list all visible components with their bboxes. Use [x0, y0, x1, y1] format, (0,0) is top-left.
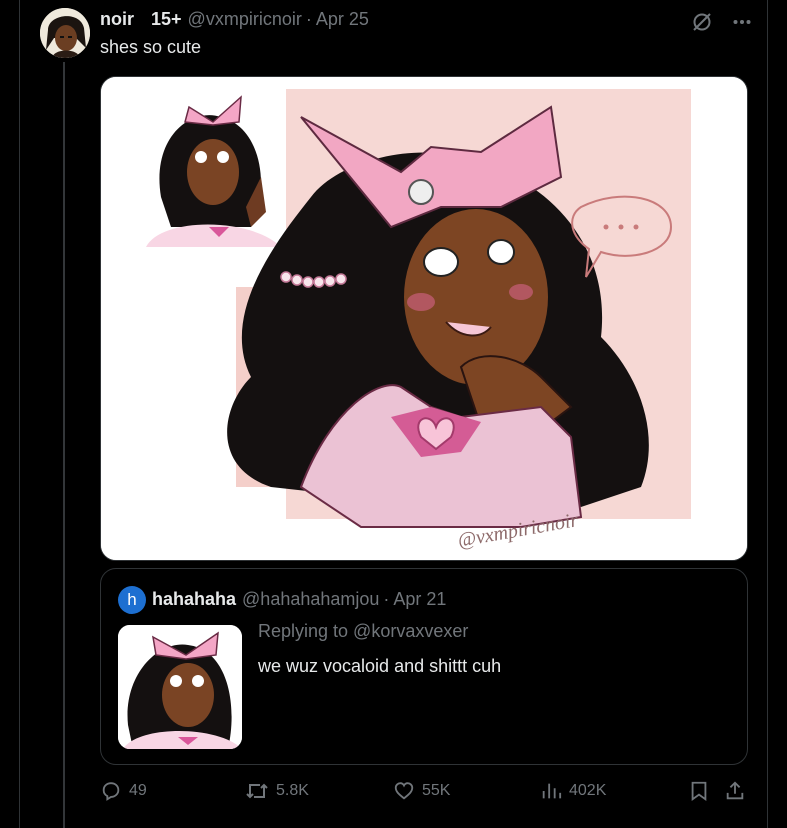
separator-dot: ·	[305, 9, 312, 29]
quoted-post[interactable]: h hahahaha @hahahahamjou · Apr 21 Replyi…	[100, 568, 748, 765]
repost-count: 5.8K	[276, 782, 309, 799]
separator-dot: ·	[383, 589, 390, 609]
quoted-author-avatar[interactable]: h	[118, 586, 146, 614]
quoted-post-image[interactable]	[118, 625, 242, 749]
views-icon	[540, 780, 562, 802]
post-top-actions	[690, 10, 752, 39]
action-bar: 49 5.8K 55K 402K	[100, 780, 748, 806]
repost-icon	[245, 780, 269, 802]
views-button[interactable]: 402K	[540, 780, 606, 802]
like-icon	[393, 780, 415, 802]
reply-button[interactable]: 49	[100, 780, 147, 802]
column-border-left	[19, 0, 20, 828]
column-border-right	[767, 0, 768, 828]
quoted-post-header: hahahaha @hahahahamjou · Apr 21	[152, 589, 446, 610]
age-badge: 15+	[151, 9, 182, 29]
reply-count: 49	[129, 782, 147, 799]
quoted-post-date[interactable]: Apr 21	[393, 589, 446, 610]
repost-button[interactable]: 5.8K	[245, 780, 309, 802]
bookmark-button[interactable]	[688, 780, 710, 802]
thread-line	[63, 62, 65, 828]
more-icon[interactable]	[732, 12, 752, 37]
reply-icon	[100, 780, 122, 802]
author-name[interactable]: noir	[100, 9, 134, 30]
post-date[interactable]: Apr 25	[316, 9, 369, 30]
like-count: 55K	[422, 782, 451, 799]
bookmark-icon	[688, 780, 710, 802]
like-button[interactable]: 55K	[393, 780, 450, 802]
quoted-post-text: we wuz vocaloid and shittt cuh	[258, 656, 502, 676]
post-text: shes so cute	[100, 37, 202, 57]
reference-sketch	[143, 95, 283, 247]
author-handle[interactable]: @vxmpiricnoir	[188, 9, 302, 30]
quoted-author-handle[interactable]: @hahahahamjou	[242, 589, 379, 610]
post-image[interactable]: @vxmpiricnoir	[100, 76, 748, 561]
views-count: 402K	[569, 782, 607, 799]
quoted-image-illustration	[118, 625, 242, 749]
artwork-illustration: @vxmpiricnoir	[101, 77, 747, 560]
grok-icon[interactable]	[690, 10, 714, 39]
quoted-author-name[interactable]: hahahaha	[152, 589, 236, 610]
author-avatar[interactable]	[40, 8, 90, 58]
post-header: noir 15+ @vxmpiricnoir · Apr 25	[100, 9, 369, 31]
share-button[interactable]	[724, 780, 746, 802]
share-icon	[724, 780, 746, 802]
replying-to[interactable]: Replying to @korvaxvexer	[258, 621, 468, 642]
avatar-illustration	[40, 8, 90, 58]
